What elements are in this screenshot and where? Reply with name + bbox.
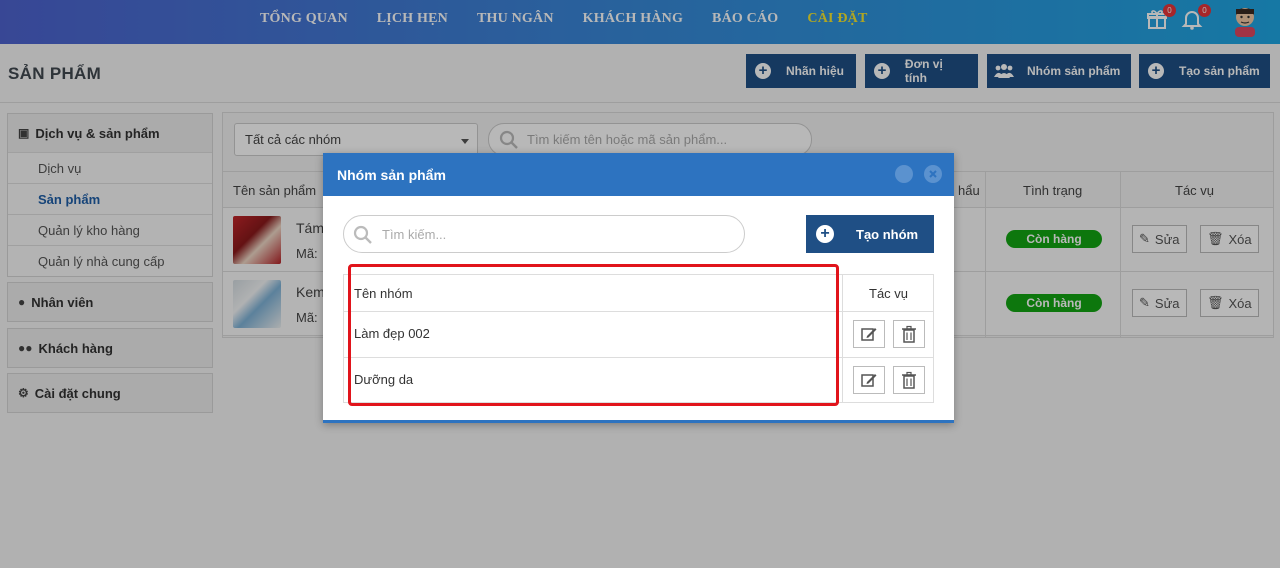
group-table-header: Tên nhóm Tác vụ [344, 275, 933, 312]
close-icon[interactable] [924, 165, 942, 183]
search-icon [353, 225, 372, 244]
modal-title: Nhóm sản phẩm [337, 166, 446, 183]
col-group-name: Tên nhóm [354, 286, 413, 301]
table-row[interactable]: Làm đẹp 002 [344, 312, 933, 358]
expand-icon[interactable] [895, 165, 913, 183]
plus-icon: + [816, 225, 834, 243]
group-search-placeholder: Tìm kiếm... [382, 227, 447, 242]
col-group-actions: Tác vụ [869, 286, 909, 301]
delete-group-button[interactable] [893, 320, 925, 348]
create-group-button[interactable]: + Tạo nhóm [806, 215, 934, 253]
edit-group-button[interactable] [853, 320, 885, 348]
table-row[interactable]: Dưỡng da [344, 358, 933, 403]
delete-group-button[interactable] [893, 366, 925, 394]
group-name: Làm đẹp 002 [354, 326, 430, 341]
trash-icon [902, 371, 916, 389]
column-divider [842, 275, 843, 402]
edit-icon [861, 328, 877, 341]
trash-icon [902, 325, 916, 343]
group-search-input[interactable]: Tìm kiếm... [343, 215, 745, 253]
modal-header: Nhóm sản phẩm [323, 153, 954, 196]
group-table: Tên nhóm Tác vụ Làm đẹp 002 Dưỡng da [343, 274, 934, 403]
edit-icon [861, 374, 877, 387]
product-group-modal: Nhóm sản phẩm Tìm kiếm... + Tạo nhóm Tên… [323, 153, 954, 423]
edit-group-button[interactable] [853, 366, 885, 394]
group-name: Dưỡng da [354, 372, 414, 387]
create-group-label: Tạo nhóm [856, 226, 919, 242]
